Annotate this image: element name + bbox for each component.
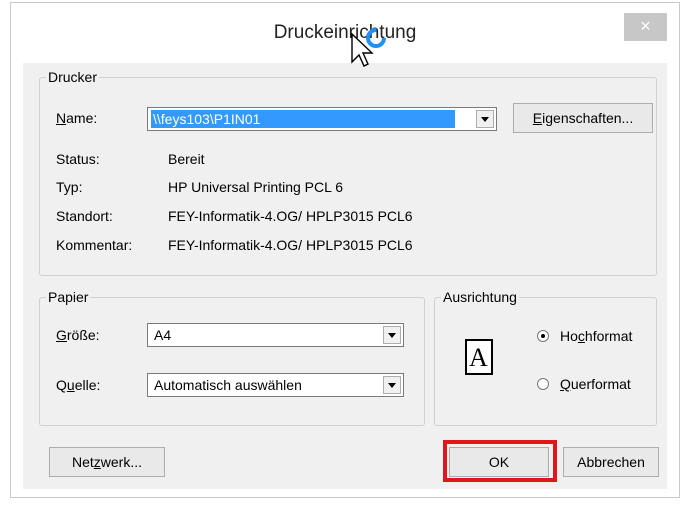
print-setup-dialog: Druckeinrichtung × Drucker Name: \\feys1… (10, 2, 680, 498)
portrait-label[interactable]: Hochformat (560, 328, 632, 344)
type-label: Typ: (56, 179, 83, 195)
orientation-group-label: Ausrichtung (443, 289, 517, 305)
ok-button-highlight (443, 440, 557, 482)
title-bar: Druckeinrichtung × (11, 3, 679, 63)
paper-source-select[interactable]: Automatisch auswählen (147, 373, 404, 397)
cancel-button[interactable]: Abbrechen (563, 447, 659, 477)
paper-group-label: Papier (48, 289, 89, 305)
chevron-down-icon[interactable] (476, 110, 494, 128)
busy-cursor-icon (351, 28, 386, 67)
printer-group-label: Drucker (48, 69, 98, 85)
status-label: Status: (56, 151, 100, 167)
printer-name-value: \\feys103\P1IN01 (153, 111, 261, 127)
size-label: Größe: (56, 327, 100, 343)
network-button[interactable]: Netzwerk... (49, 447, 165, 477)
paper-group: Papier (39, 289, 425, 426)
dialog-title: Druckeinrichtung (273, 22, 417, 43)
comment-value: FEY-Informatik-4.OG/ HPLP3015 PCL6 (168, 237, 413, 253)
close-button[interactable]: × (624, 13, 667, 41)
portrait-radio[interactable] (537, 330, 549, 342)
comment-label: Kommentar: (56, 237, 133, 253)
portrait-document-icon: A (465, 339, 493, 375)
chevron-down-icon[interactable] (383, 326, 401, 344)
paper-size-select[interactable]: A4 (147, 323, 404, 347)
printer-name-label: Name: (56, 110, 98, 126)
source-label: Quelle: (56, 377, 101, 393)
paper-size-value: A4 (154, 327, 172, 343)
landscape-radio[interactable] (537, 378, 549, 390)
location-value: FEY-Informatik-4.OG/ HPLP3015 PCL6 (168, 208, 413, 224)
chevron-down-icon[interactable] (383, 376, 401, 394)
document-icon-letter: A (469, 343, 488, 372)
type-value: HP Universal Printing PCL 6 (168, 179, 344, 195)
paper-source-value: Automatisch auswählen (154, 377, 302, 393)
location-label: Standort: (56, 208, 113, 224)
status-value: Bereit (168, 151, 205, 167)
properties-button[interactable]: Eigenschaften... (513, 103, 653, 133)
printer-name-select[interactable]: \\feys103\P1IN01 (147, 107, 497, 131)
dialog-body: Drucker Name: \\feys103\P1IN01 Eigenscha… (23, 63, 667, 489)
landscape-label[interactable]: Querformat (560, 376, 631, 392)
